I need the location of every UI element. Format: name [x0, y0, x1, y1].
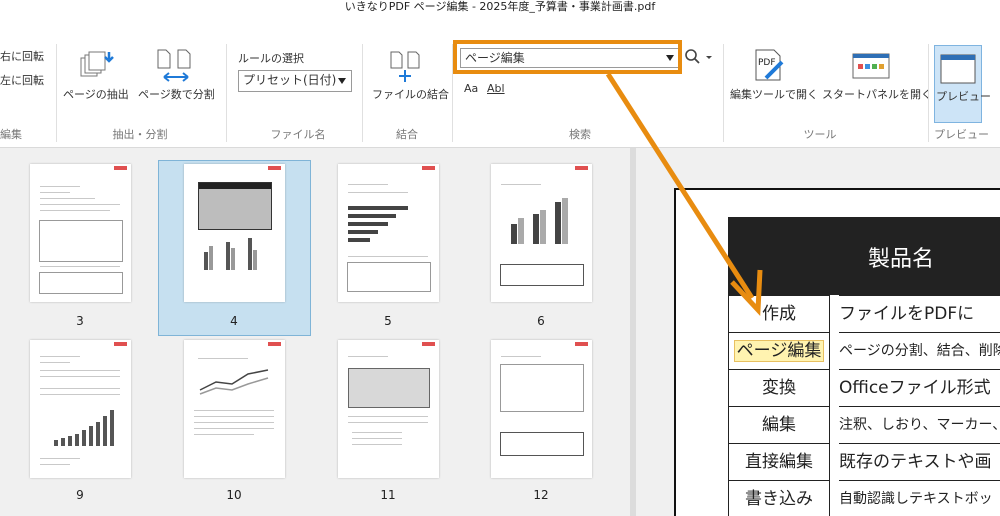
page-thumbnail[interactable]	[338, 164, 439, 302]
page-stamp	[422, 342, 435, 346]
filename-rule-select[interactable]: プリセット(日付)	[238, 70, 352, 92]
table-graphic	[500, 264, 584, 286]
page-stamp	[422, 166, 435, 170]
line-chart-graphic	[199, 369, 269, 395]
annotation-highlight-box	[453, 40, 682, 74]
page-thumbnail[interactable]	[491, 340, 592, 478]
table-cell-name: 直接編集	[729, 443, 829, 480]
filename-rule-value: プリセット(日付)	[243, 73, 337, 87]
extract-pages-icon[interactable]	[78, 50, 118, 80]
match-case-toggle[interactable]: Aa	[464, 82, 478, 96]
table-cell-desc: ファイルをPDFに	[839, 295, 1000, 332]
page-number: 4	[230, 314, 238, 328]
page-thumbnail[interactable]	[30, 164, 131, 302]
page-thumbnail[interactable]	[30, 340, 131, 478]
page-thumbnail[interactable]	[491, 164, 592, 302]
page-thumbnail[interactable]	[184, 164, 285, 302]
group-label-tools: ツール	[803, 128, 837, 141]
text-box	[39, 272, 123, 294]
page-number: 10	[226, 488, 242, 502]
page-number: 6	[537, 314, 545, 328]
extract-pages-button[interactable]: ページの抽出	[63, 88, 129, 102]
search-icon[interactable]	[684, 47, 714, 67]
start-panel-icon[interactable]	[852, 52, 892, 82]
table-cell-name: 編集	[729, 406, 829, 443]
rule-select-label: ルールの選択	[238, 52, 304, 65]
table-cell-desc: 注釈、しおり、マーカー、ス	[839, 406, 1000, 443]
window-title: いきなりPDF ページ編集 - 2025年度_予算書・事業計画書.pdf	[344, 0, 656, 13]
group-separator	[56, 44, 57, 142]
horizontal-bar-chart-graphic	[348, 206, 408, 242]
table-header-product-name: 製品名	[868, 247, 935, 272]
page-stamp	[114, 342, 127, 346]
page-number: 12	[533, 488, 549, 502]
text-box	[500, 364, 584, 412]
page-stamp	[114, 166, 127, 170]
table-cell-desc: 既存のテキストや画	[839, 443, 1000, 480]
text-box	[39, 220, 123, 262]
rotate-right-button[interactable]: 右に回転	[0, 50, 44, 64]
group-label-edit: 編集	[0, 128, 22, 141]
pdf-icon-text: PDF	[758, 58, 776, 68]
merge-files-button[interactable]: ファイルの結合	[372, 88, 449, 102]
dropdown-arrow-icon	[338, 78, 346, 84]
table-cell-name: ページ編集	[729, 332, 829, 369]
search-hit-highlight: ページ編集	[733, 340, 825, 362]
whole-word-toggle[interactable]: Abl	[487, 82, 505, 96]
table-cell-desc: ページの分割、結合、削除	[839, 332, 1000, 369]
group-label-filename: ファイル名	[270, 128, 326, 141]
page-thumbnail[interactable]	[338, 340, 439, 478]
table-cell-name: 書き込み	[729, 480, 829, 516]
table-graphic	[348, 368, 430, 408]
table-cell-desc: Officeファイル形式	[839, 369, 1000, 406]
preview-table-body: 作成 ファイルをPDFに ページ編集 ページの分割、結合、削除 変換 Offic…	[728, 295, 1000, 516]
merge-files-icon[interactable]	[386, 50, 426, 84]
title-bar: いきなりPDF ページ編集 - 2025年度_予算書・事業計画書.pdf	[0, 0, 1000, 34]
table-graphic	[500, 432, 584, 456]
open-start-panel-button[interactable]: スタートパネルを開く	[822, 88, 932, 102]
preview-icon	[940, 54, 976, 84]
split-pages-icon[interactable]	[152, 48, 198, 84]
group-separator	[928, 44, 929, 142]
split-by-page-count-button[interactable]: ページ数で分割	[138, 88, 215, 102]
page-thumbnail[interactable]	[184, 340, 285, 478]
bar-chart-graphic	[511, 198, 568, 244]
group-label-merge: 結合	[396, 128, 418, 141]
bar-chart-graphic	[54, 410, 114, 446]
page-number: 11	[380, 488, 396, 502]
table-cell-desc: 自動認識しテキストボッ	[839, 480, 1000, 516]
text-box	[347, 262, 431, 292]
annotation-arrow	[605, 72, 763, 317]
group-label-preview: プレビュー	[934, 128, 989, 141]
group-label-search: 検索	[569, 128, 591, 141]
page-number: 5	[384, 314, 392, 328]
page-stamp	[268, 166, 281, 170]
group-separator	[226, 44, 227, 142]
preview-toggle-button[interactable]: プレビュー	[934, 45, 991, 123]
table-graphic	[198, 182, 272, 230]
group-separator	[362, 44, 363, 142]
page-number: 3	[76, 314, 84, 328]
page-stamp	[575, 166, 588, 170]
group-label-extract: 抽出・分割	[112, 128, 168, 141]
page-stamp	[575, 342, 588, 346]
preview-toggle-label: プレビュー	[936, 90, 991, 103]
page-stamp	[268, 342, 281, 346]
page-number: 9	[76, 488, 84, 502]
rotate-left-button[interactable]: 左に回転	[0, 74, 44, 88]
table-cell-name: 変換	[729, 369, 829, 406]
bar-chart-graphic	[204, 238, 257, 270]
